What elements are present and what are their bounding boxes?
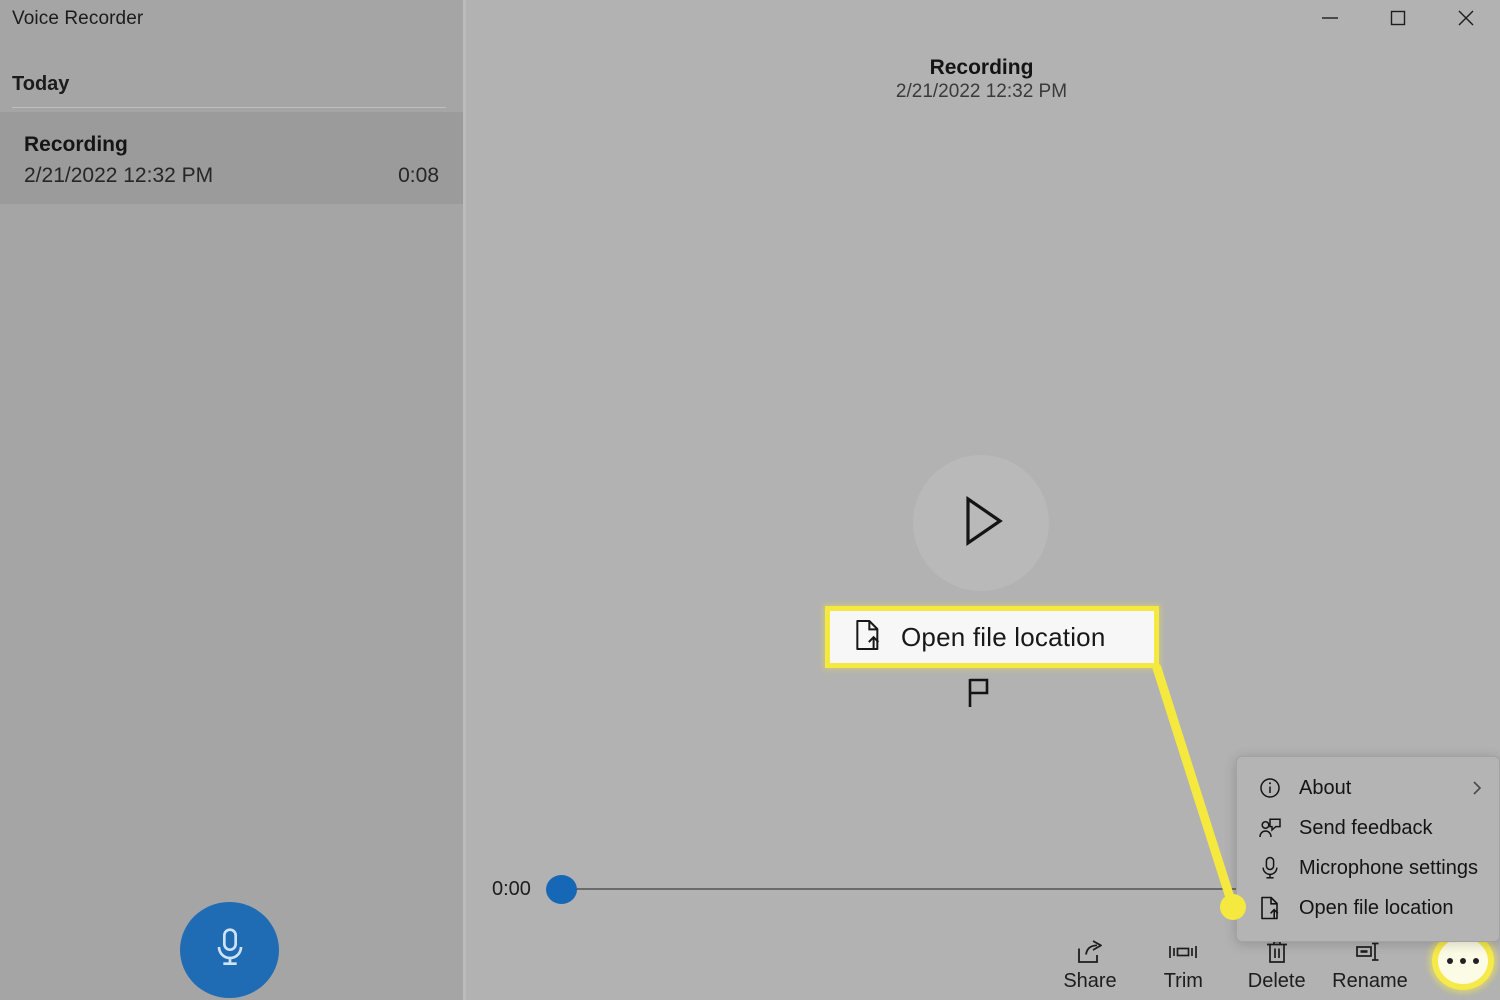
menu-item-about[interactable]: About (1237, 768, 1499, 808)
menu-item-microphone-settings[interactable]: Microphone settings (1237, 848, 1499, 888)
microphone-icon (1255, 854, 1285, 882)
ellipsis-icon (1460, 958, 1466, 964)
share-icon (1075, 936, 1105, 968)
sidebar-divider (12, 107, 446, 108)
ellipsis-icon (1447, 958, 1453, 964)
close-button[interactable] (1432, 0, 1500, 40)
annotation-callout: Open file location (825, 606, 1159, 668)
delete-button[interactable]: Delete (1235, 936, 1319, 993)
menu-item-open-file-location[interactable]: Open file location (1237, 888, 1499, 928)
minimize-icon (1319, 11, 1341, 29)
delete-label: Delete (1247, 970, 1306, 992)
maximize-button[interactable] (1364, 0, 1432, 40)
chevron-right-icon (1469, 778, 1485, 798)
record-button[interactable] (180, 902, 279, 998)
ellipsis-icon (1473, 958, 1479, 964)
menu-item-send-feedback[interactable]: Send feedback (1237, 808, 1499, 848)
microphone-icon (210, 926, 250, 975)
context-menu: About Send feedback Microphone settings … (1236, 756, 1500, 942)
voice-recorder-window: Voice Recorder Today Recording 2/21/2022… (0, 0, 1500, 1000)
info-circle-icon (1255, 774, 1285, 802)
flag-icon (963, 676, 1001, 710)
share-button[interactable]: Share (1048, 936, 1132, 993)
open-file-icon (852, 617, 884, 658)
playback-toolbar: Share Trim Delete Rename (1030, 936, 1430, 1000)
menu-item-label: Send feedback (1299, 816, 1433, 839)
close-icon (1456, 8, 1476, 33)
rename-button[interactable]: Rename (1328, 936, 1412, 993)
sidebar-divider-edge (463, 0, 466, 1000)
open-file-icon (1255, 894, 1285, 922)
app-title: Voice Recorder (12, 8, 144, 29)
feedback-icon (1255, 814, 1285, 842)
page-subtitle: 2/21/2022 12:32 PM (895, 81, 1068, 102)
sidebar: Voice Recorder Today Recording 2/21/2022… (0, 0, 463, 1000)
list-item-recording[interactable]: Recording 2/21/2022 12:32 PM 0:08 (0, 112, 463, 204)
recording-date: 2/21/2022 12:32 PM (24, 164, 214, 187)
play-button[interactable] (913, 455, 1049, 591)
maximize-icon (1389, 9, 1407, 32)
annotation-callout-label: Open file location (901, 621, 1106, 652)
page-title: Recording (929, 56, 1034, 79)
trim-label: Trim (1163, 970, 1203, 992)
play-icon (954, 492, 1008, 555)
sidebar-group-label: Today (12, 73, 70, 95)
menu-item-label: About (1299, 776, 1352, 799)
rename-label: Rename (1332, 970, 1408, 992)
minimize-button[interactable] (1296, 0, 1364, 40)
recording-name: Recording (24, 133, 128, 156)
current-time-label: 0:00 (492, 878, 531, 900)
share-label: Share (1063, 970, 1117, 992)
trim-button[interactable]: Trim (1141, 936, 1225, 993)
playback-slider-thumb[interactable] (546, 875, 577, 904)
playback-slider-track[interactable] (562, 888, 1285, 890)
menu-item-label: Open file location (1299, 896, 1454, 919)
trim-icon (1166, 936, 1200, 968)
menu-item-label: Microphone settings (1299, 856, 1478, 879)
recording-duration: 0:08 (398, 164, 439, 187)
window-controls (1296, 0, 1500, 40)
